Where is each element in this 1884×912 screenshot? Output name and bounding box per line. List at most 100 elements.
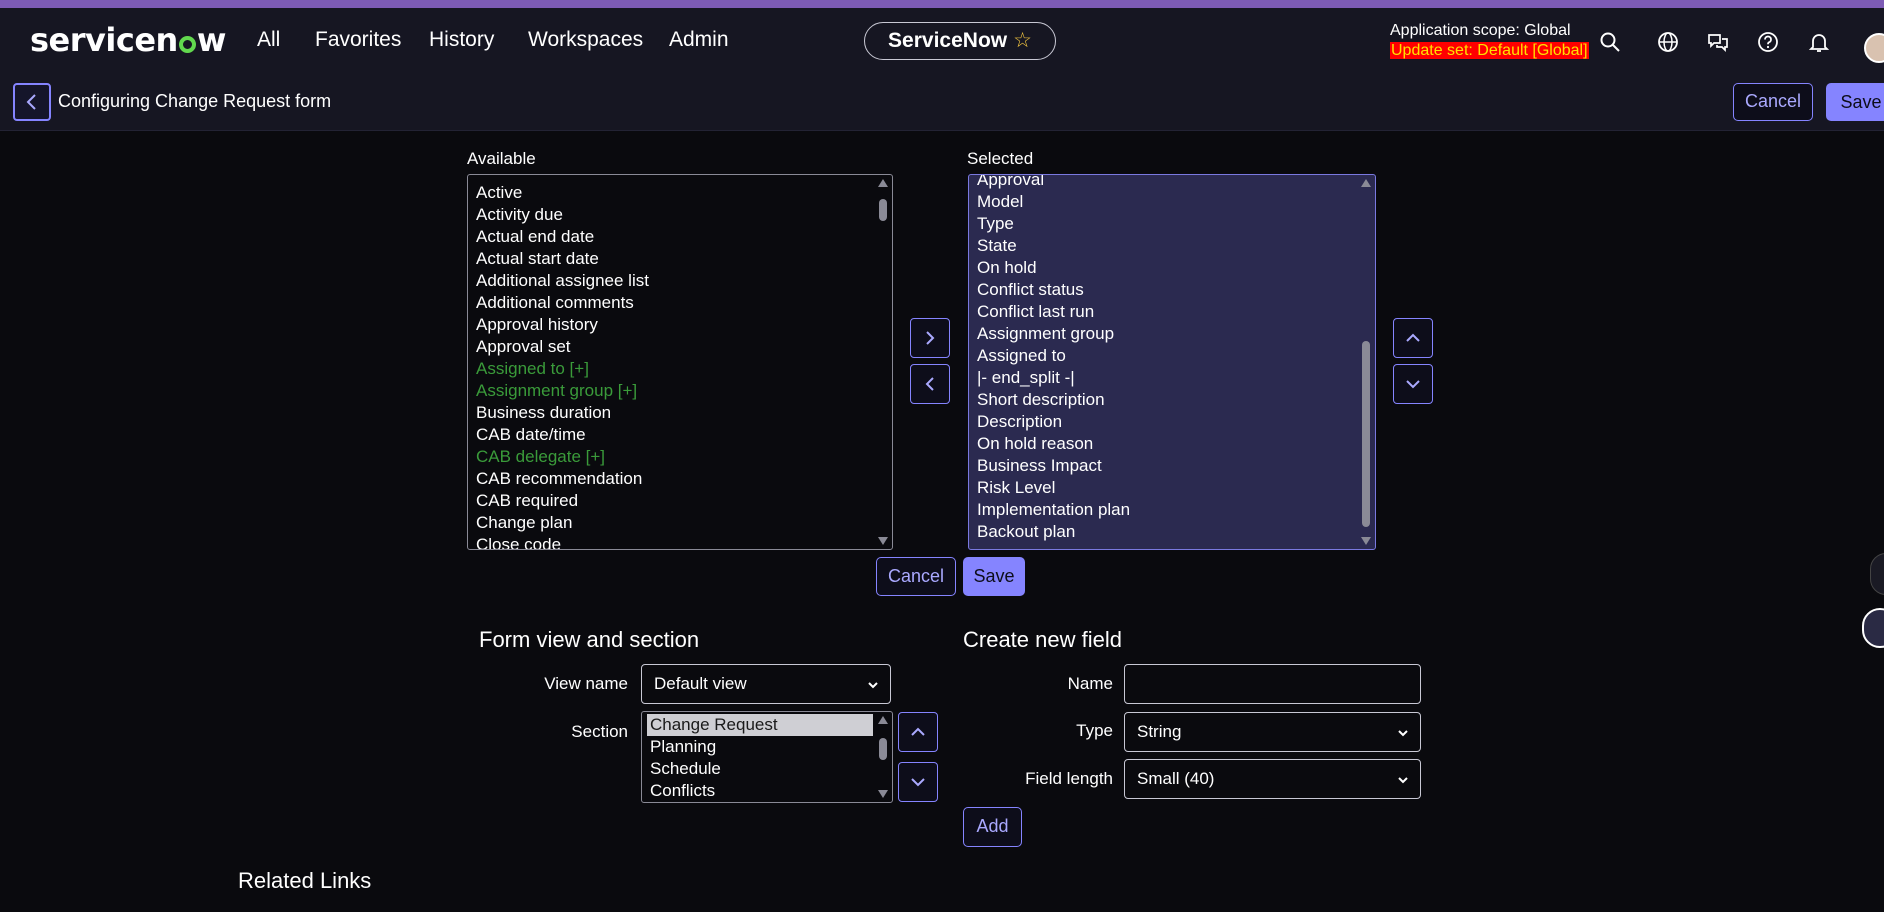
selected-field-option[interactable]: On hold	[977, 257, 1355, 279]
chevron-down-icon	[868, 682, 878, 689]
available-field-option[interactable]: CAB recommendation	[476, 468, 872, 490]
create-field-heading: Create new field	[963, 627, 1122, 652]
selected-field-option[interactable]: Assigned to	[977, 345, 1355, 367]
field-name-input[interactable]	[1124, 664, 1421, 704]
available-field-option[interactable]: Close code	[476, 534, 872, 549]
slushbucket-save-button[interactable]: Save	[963, 557, 1025, 596]
move-down-button[interactable]	[1393, 364, 1433, 404]
name-label: Name	[1067, 674, 1113, 693]
global-header: servicen w All Favorites History Workspac…	[0, 8, 1884, 76]
chevron-down-icon	[1398, 777, 1408, 784]
chevron-left-icon	[925, 377, 934, 391]
view-name-select[interactable]: Default view	[641, 664, 891, 704]
chevron-down-icon	[911, 778, 925, 787]
available-field-option[interactable]: Active	[476, 182, 872, 204]
selected-field-option[interactable]: Short description	[977, 389, 1355, 411]
available-field-option[interactable]: Approval set	[476, 336, 872, 358]
nav-workspaces[interactable]: Workspaces	[528, 28, 643, 52]
scope-info[interactable]: Application scope: Global Update set: De…	[1390, 21, 1589, 61]
assistant-button[interactable]	[1862, 608, 1884, 648]
header-cancel-button[interactable]: Cancel	[1733, 83, 1813, 121]
favorite-star-icon[interactable]: ☆	[1013, 29, 1032, 52]
selected-field-option[interactable]: On hold reason	[977, 433, 1355, 455]
chevron-up-icon	[911, 727, 925, 736]
available-field-option[interactable]: CAB date/time	[476, 424, 872, 446]
selected-field-option[interactable]: Conflict last run	[977, 301, 1355, 323]
field-length-select[interactable]: Small (40)	[1124, 759, 1421, 799]
user-avatar[interactable]	[1864, 33, 1884, 63]
nav-history[interactable]: History	[429, 28, 494, 52]
chevron-right-icon	[926, 331, 935, 345]
app-title-pill[interactable]: ServiceNow ☆	[864, 22, 1056, 60]
available-field-option[interactable]: CAB delegate [+]	[476, 446, 872, 468]
selected-field-option[interactable]: Business Impact	[977, 455, 1355, 477]
selected-fields-list[interactable]: Approval Model Type State On hold Conflict st…	[968, 174, 1376, 550]
selected-field-option[interactable]: Assignment group	[977, 323, 1355, 345]
section-option[interactable]: Schedule	[650, 758, 870, 780]
selected-field-option[interactable]: Type	[977, 213, 1355, 235]
top-accent-stripe	[0, 0, 1884, 8]
bell-icon[interactable]	[1807, 30, 1831, 54]
section-move-up-button[interactable]	[898, 712, 938, 752]
side-panel-toggle[interactable]	[1870, 553, 1884, 595]
section-option[interactable]: Conflicts	[650, 780, 870, 802]
selected-field-option[interactable]: Implementation plan	[977, 499, 1355, 521]
available-field-option[interactable]: Change plan	[476, 512, 872, 534]
available-list-scrollbar[interactable]	[876, 177, 890, 547]
slushbucket-cancel-button[interactable]: Cancel	[876, 557, 956, 596]
section-option[interactable]: Change Request	[647, 714, 873, 736]
field-length-label: Field length	[1025, 769, 1113, 788]
section-option[interactable]: Planning	[650, 736, 870, 758]
help-icon[interactable]	[1756, 30, 1780, 54]
header-save-button[interactable]: Save	[1826, 83, 1884, 121]
selected-field-option[interactable]: Conflict status	[977, 279, 1355, 301]
selected-field-option[interactable]: Model	[977, 191, 1355, 213]
nav-admin[interactable]: Admin	[669, 28, 729, 52]
chat-icon[interactable]	[1706, 30, 1730, 54]
selected-field-option[interactable]: State	[977, 235, 1355, 257]
type-label: Type	[1076, 721, 1113, 740]
field-length-value: Small (40)	[1137, 769, 1215, 788]
update-set-badge[interactable]: Update set: Default [Global]	[1390, 42, 1589, 59]
selected-field-option[interactable]: Backout plan	[977, 521, 1355, 543]
available-field-option[interactable]: Assigned to [+]	[476, 358, 872, 380]
section-move-down-button[interactable]	[898, 762, 938, 802]
globe-icon[interactable]	[1656, 30, 1680, 54]
app-title: ServiceNow	[888, 29, 1008, 52]
section-list-scrollbar[interactable]	[876, 714, 890, 800]
chevron-left-icon	[26, 94, 36, 110]
section-list[interactable]: Change Request Planning Schedule Conflicts	[641, 711, 893, 803]
view-name-value: Default view	[654, 674, 747, 693]
available-label: Available	[467, 149, 536, 168]
back-button[interactable]	[13, 83, 51, 121]
add-field-button[interactable]: Add	[963, 807, 1022, 847]
servicenow-logo[interactable]: servicen w	[30, 21, 226, 59]
nav-all[interactable]: All	[257, 28, 280, 52]
available-fields-list[interactable]: Active Activity due Actual end date Actual …	[467, 174, 893, 550]
selected-field-option[interactable]: |- end_split -|	[977, 367, 1355, 389]
available-field-option[interactable]: Assignment group [+]	[476, 380, 872, 402]
selected-field-option[interactable]: Approval	[977, 175, 1355, 191]
available-field-option[interactable]: Approval history	[476, 314, 872, 336]
available-field-option[interactable]: Activity due	[476, 204, 872, 226]
add-to-selected-button[interactable]	[910, 318, 950, 358]
move-up-button[interactable]	[1393, 318, 1433, 358]
field-type-select[interactable]: String	[1124, 712, 1421, 752]
available-field-option[interactable]: Actual end date	[476, 226, 872, 248]
remove-from-selected-button[interactable]	[910, 364, 950, 404]
available-field-option[interactable]: Actual start date	[476, 248, 872, 270]
related-links-heading: Related Links	[238, 868, 372, 893]
chevron-up-icon	[1406, 333, 1420, 342]
available-field-option[interactable]: Additional assignee list	[476, 270, 872, 292]
available-field-option[interactable]: Business duration	[476, 402, 872, 424]
nav-favorites[interactable]: Favorites	[315, 28, 401, 52]
form-view-heading: Form view and section	[479, 627, 700, 652]
available-field-option[interactable]: CAB required	[476, 490, 872, 512]
available-field-option[interactable]: Additional comments	[476, 292, 872, 314]
field-type-value: String	[1137, 722, 1182, 741]
selected-field-option[interactable]: Description	[977, 411, 1355, 433]
application-scope: Application scope: Global	[1390, 22, 1571, 39]
selected-field-option[interactable]: Risk Level	[977, 477, 1355, 499]
selected-list-scrollbar[interactable]	[1359, 177, 1373, 547]
search-icon[interactable]	[1598, 30, 1622, 54]
